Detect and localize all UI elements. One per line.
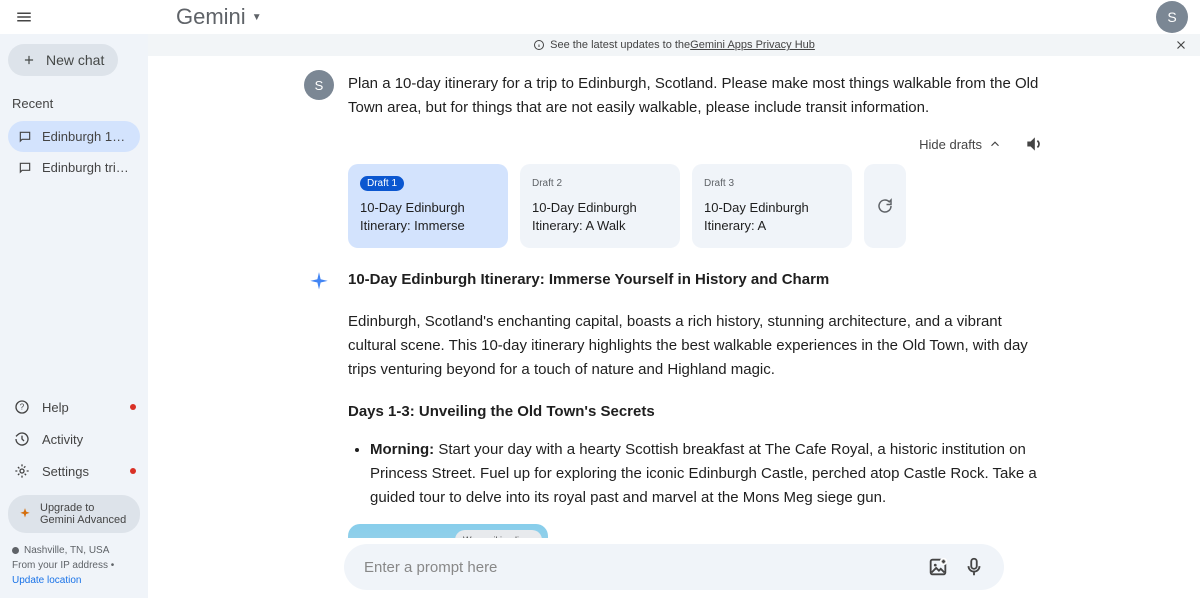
draft-badge: Draft 3 xyxy=(704,176,734,191)
hide-drafts-label: Hide drafts xyxy=(919,137,982,152)
user-avatar: S xyxy=(304,70,334,100)
draft-title: 10-Day Edinburgh Itinerary: A xyxy=(704,199,840,235)
upload-image-button[interactable] xyxy=(920,549,956,585)
banner-link[interactable]: Gemini Apps Privacy Hub xyxy=(690,39,815,51)
sidebar-settings-label: Settings xyxy=(42,464,89,479)
ip-address-text: From your IP address • xyxy=(12,560,114,571)
sidebar-help-label: Help xyxy=(42,400,69,415)
prompt-input[interactable] xyxy=(364,559,920,576)
draft-title: 10-Day Edinburgh Itinerary: Immerse xyxy=(360,199,496,235)
answer-days-heading: Days 1-3: Unveiling the Old Town's Secre… xyxy=(348,400,1044,424)
new-chat-label: New chat xyxy=(46,52,104,68)
refresh-icon xyxy=(876,197,894,215)
answer-morning-item: Morning: Start your day with a hearty Sc… xyxy=(370,438,1044,510)
gemini-spark-icon xyxy=(304,268,334,298)
history-icon xyxy=(14,431,30,447)
prompt-bar xyxy=(344,544,1004,590)
brand-dropdown[interactable]: Gemini ▼ xyxy=(176,4,262,30)
draft-title: 10-Day Edinburgh Itinerary: A Walk xyxy=(532,199,668,235)
mic-button[interactable] xyxy=(956,549,992,585)
banner-close-button[interactable] xyxy=(1174,38,1188,52)
new-chat-button[interactable]: New chat xyxy=(8,44,118,76)
notification-dot xyxy=(130,468,136,474)
main-menu-icon[interactable] xyxy=(12,5,36,29)
location-text: Nashville, TN, USA xyxy=(24,545,109,556)
answer-intro: Edinburgh, Scotland's enchanting capital… xyxy=(348,310,1044,382)
draft-card-3[interactable]: Draft 3 10-Day Edinburgh Itinerary: A xyxy=(692,164,852,248)
user-prompt-text: Plan a 10-day itinerary for a trip to Ed… xyxy=(348,70,1044,120)
answer-image-card[interactable]: W en.wikipedia.... xyxy=(348,524,548,538)
update-location-link[interactable]: Update location xyxy=(12,575,82,586)
chat-icon xyxy=(18,130,32,144)
morning-text: Start your day with a hearty Scottish br… xyxy=(370,441,1037,506)
draft-badge: Draft 1 xyxy=(360,176,404,191)
draft-badge: Draft 2 xyxy=(532,176,562,191)
regenerate-drafts-button[interactable] xyxy=(864,164,906,248)
image-source-text: en.wikipedia.... xyxy=(474,533,534,538)
sidebar-activity-label: Activity xyxy=(42,432,83,447)
sidebar-settings[interactable]: Settings xyxy=(8,457,140,485)
read-aloud-button[interactable] xyxy=(1024,134,1044,154)
hide-drafts-toggle[interactable]: Hide drafts xyxy=(919,137,1002,152)
sidebar: New chat Recent Edinburgh 10-Day It... E… xyxy=(0,34,148,598)
image-source-pill[interactable]: W en.wikipedia.... xyxy=(455,530,542,538)
sparkle-icon xyxy=(18,507,32,521)
plus-icon xyxy=(22,53,36,67)
info-icon xyxy=(533,39,545,51)
draft-card-1[interactable]: Draft 1 10-Day Edinburgh Itinerary: Imme… xyxy=(348,164,508,248)
profile-avatar[interactable]: S xyxy=(1156,1,1188,33)
svg-text:?: ? xyxy=(20,403,25,412)
answer-heading: 10-Day Edinburgh Itinerary: Immerse Your… xyxy=(348,268,1044,292)
banner-text-prefix: See the latest updates to the xyxy=(550,39,690,51)
sidebar-item-chat-1[interactable]: Edinburgh trip itine... xyxy=(8,152,140,183)
chevron-up-icon xyxy=(988,137,1002,151)
chevron-down-icon: ▼ xyxy=(252,12,262,23)
sidebar-item-label: Edinburgh trip itine... xyxy=(42,160,130,175)
draft-card-2[interactable]: Draft 2 10-Day Edinburgh Itinerary: A Wa… xyxy=(520,164,680,248)
gear-icon xyxy=(14,463,30,479)
brand-name: Gemini xyxy=(176,4,246,30)
location-dot-icon xyxy=(12,547,19,554)
recent-section-label: Recent xyxy=(12,96,136,111)
sidebar-item-label: Edinburgh 10-Day It... xyxy=(42,129,130,144)
location-footer: Nashville, TN, USA From your IP address … xyxy=(8,543,140,588)
upgrade-button[interactable]: Upgrade to Gemini Advanced xyxy=(8,495,140,533)
sidebar-item-chat-0[interactable]: Edinburgh 10-Day It... xyxy=(8,121,140,152)
wikipedia-icon: W xyxy=(463,533,472,538)
main-area: See the latest updates to the Gemini App… xyxy=(148,34,1200,598)
sidebar-activity[interactable]: Activity xyxy=(8,425,140,453)
notification-dot xyxy=(130,404,136,410)
sidebar-help[interactable]: ? Help xyxy=(8,393,140,421)
morning-label: Morning: xyxy=(370,441,434,458)
help-icon: ? xyxy=(14,399,30,415)
upgrade-label: Upgrade to Gemini Advanced xyxy=(40,502,130,526)
privacy-banner: See the latest updates to the Gemini App… xyxy=(148,34,1200,56)
chat-icon xyxy=(18,161,32,175)
